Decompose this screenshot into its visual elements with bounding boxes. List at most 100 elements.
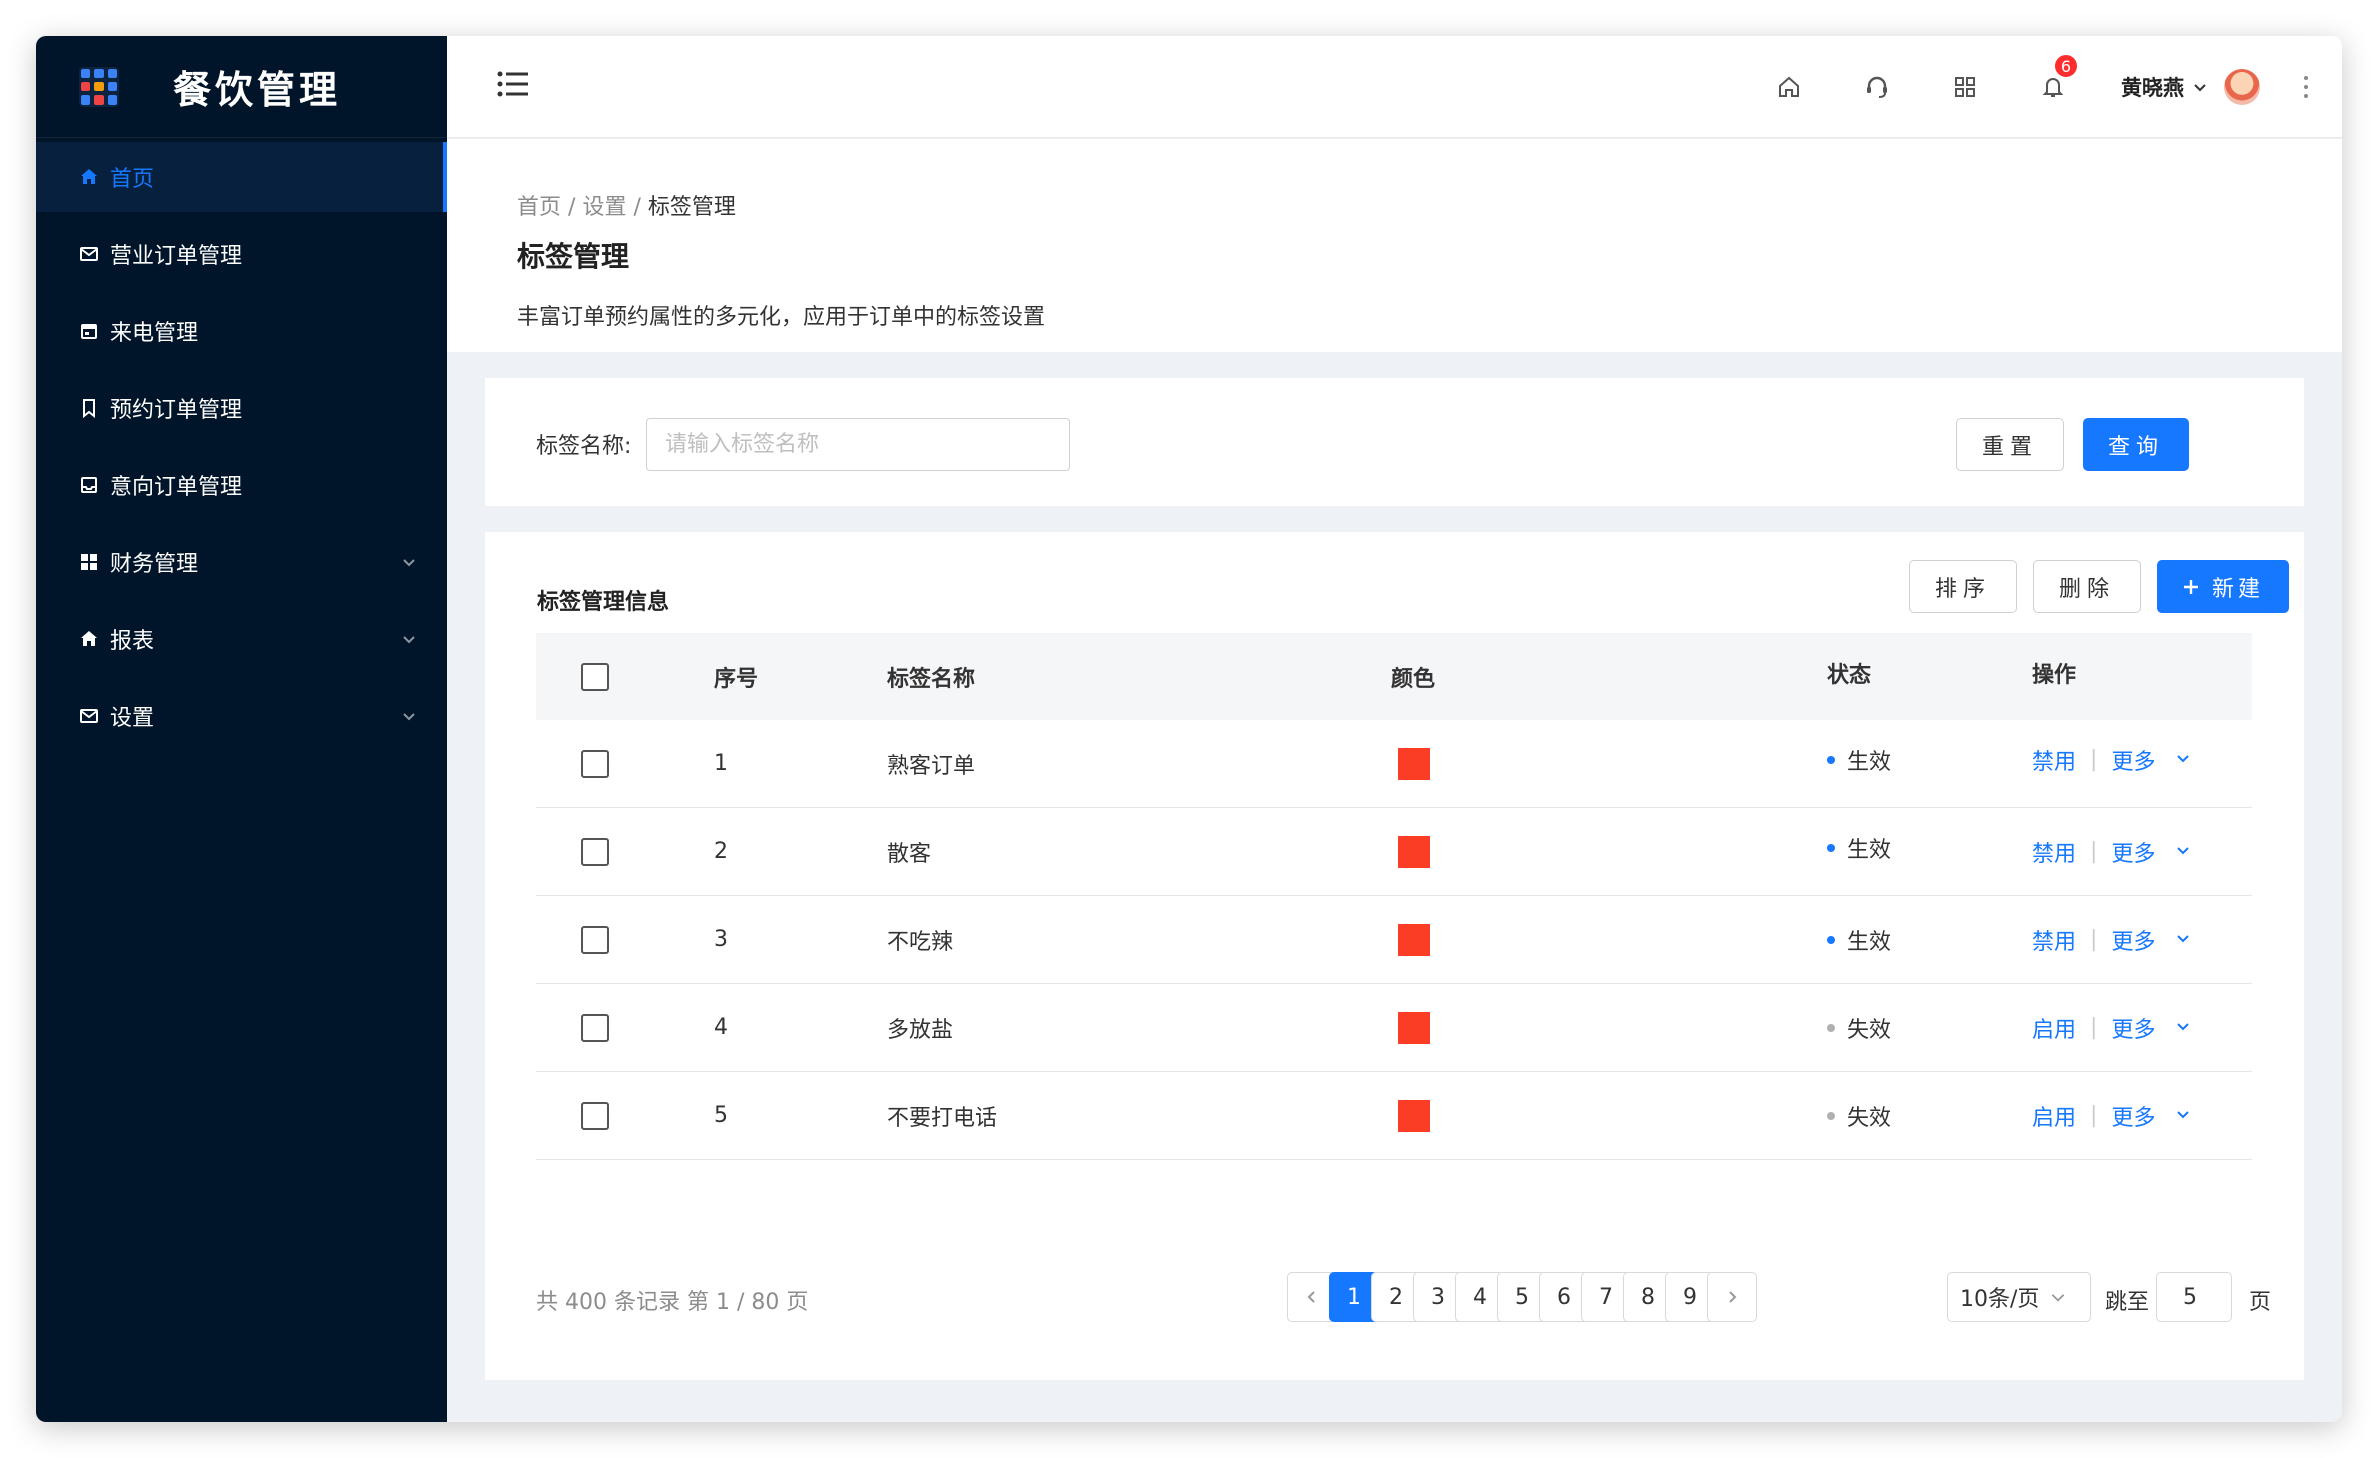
reset-button[interactable]: 重置 [1956, 418, 2064, 471]
menu-toggle-icon[interactable] [497, 70, 529, 102]
more-vertical-icon[interactable] [2296, 76, 2316, 98]
brand[interactable]: 餐饮管理 [36, 36, 447, 138]
more-actions-link[interactable]: 更多 [2111, 744, 2155, 776]
color-swatch [1398, 835, 1430, 868]
breadcrumb-settings[interactable]: 设置 [582, 195, 626, 220]
table-card-title: 标签管理信息 [537, 590, 670, 615]
status-badge: 失效 [1847, 1105, 1892, 1131]
table-row: 1 熟客订单 生效 禁用 | 更多 [536, 720, 2252, 808]
page-size-select[interactable]: 10条/页 [1947, 1272, 2091, 1322]
more-actions-link[interactable]: 更多 [2111, 1100, 2155, 1132]
table-row: 5 不要打电话 失效 启用 | 更多 [536, 1072, 2252, 1160]
dashboard-icon [78, 551, 100, 573]
breadcrumb-home[interactable]: 首页 [517, 195, 561, 220]
notification-bell-icon[interactable]: 6 [2033, 53, 2079, 107]
row-index: 2 [714, 839, 728, 864]
select-all-checkbox[interactable] [581, 662, 609, 691]
sidebar-item-home[interactable]: 首页 [36, 142, 447, 212]
action-divider: | [2090, 839, 2098, 864]
apps-grid-icon[interactable] [1945, 67, 1985, 107]
row-index: 1 [714, 751, 728, 776]
toggle-status-link[interactable]: 启用 [2032, 1012, 2076, 1044]
plus-icon [2182, 578, 2200, 596]
sort-button[interactable]: 排序 [1909, 560, 2017, 613]
row-checkbox[interactable] [581, 1013, 609, 1042]
action-divider: | [2090, 1103, 2098, 1128]
table-header: 序号 标签名称 颜色 状态 操作 [536, 633, 2252, 720]
next-page-button[interactable] [1707, 1272, 1757, 1322]
table-row: 3 不吃辣 生效 禁用 | 更多 [536, 896, 2252, 984]
avatar[interactable] [2224, 69, 2260, 105]
status-dot [1827, 935, 1835, 944]
row-checkbox[interactable] [581, 925, 609, 954]
sidebar-item-settings[interactable]: 设置 [36, 681, 447, 751]
calendar-icon [78, 320, 100, 342]
row-index: 5 [714, 1103, 728, 1128]
sidebar-item-reservations[interactable]: 预约订单管理 [36, 373, 447, 443]
more-actions-link[interactable]: 更多 [2111, 836, 2155, 868]
column-header-status: 状态 [1827, 662, 1872, 688]
pagination: 共 400 条记录 第 1 / 80 页 1 2 3 4 5 6 7 8 9 1… [536, 1272, 2271, 1322]
page-size-value: 10条/页 [1960, 1287, 2040, 1312]
page-header: 首页 / 设置 / 标签管理 标签管理 丰富订单预约属性的多元化，应用于订单中的… [447, 139, 2342, 352]
row-checkbox[interactable] [581, 749, 609, 778]
column-header-color: 颜色 [1391, 666, 1436, 692]
sidebar-item-business-orders[interactable]: 营业订单管理 [36, 219, 447, 289]
status-badge: 生效 [1847, 749, 1892, 775]
user-menu[interactable]: 黄晓燕 [2121, 69, 2260, 105]
color-swatch [1398, 1011, 1430, 1044]
toggle-status-link[interactable]: 启用 [2032, 1100, 2076, 1132]
chevron-down-icon[interactable] [2175, 927, 2191, 952]
row-index: 4 [714, 1015, 728, 1040]
headset-icon[interactable] [1857, 67, 1897, 107]
new-button-label: 新建 [2211, 576, 2264, 602]
status-badge: 失效 [1847, 1017, 1892, 1043]
toggle-status-link[interactable]: 禁用 [2032, 836, 2076, 868]
sidebar-menu: 首页 营业订单管理 来电管理 预约订单管理 意向订单管理 财务管理 报表 设置 [36, 138, 447, 751]
query-button[interactable]: 查询 [2083, 418, 2189, 471]
row-index: 3 [714, 927, 728, 952]
toggle-status-link[interactable]: 禁用 [2032, 744, 2076, 776]
sidebar-item-reports[interactable]: 报表 [36, 604, 447, 674]
action-divider: | [2090, 927, 2098, 952]
row-tag-name: 不要打电话 [887, 1105, 998, 1131]
chevron-down-icon[interactable] [2175, 1103, 2191, 1128]
sidebar-item-label: 预约订单管理 [110, 398, 243, 423]
chevron-down-icon[interactable] [2175, 839, 2191, 864]
tag-table: 序号 标签名称 颜色 状态 操作 1 熟客订单 生效 禁用 | 更多 2 散客 … [536, 633, 2252, 1160]
sidebar-item-intent-orders[interactable]: 意向订单管理 [36, 450, 447, 520]
breadcrumb-current: 标签管理 [647, 195, 736, 220]
chevron-down-icon[interactable] [2175, 1015, 2191, 1040]
tag-name-search-input[interactable] [646, 418, 1070, 471]
more-actions-link[interactable]: 更多 [2111, 1012, 2155, 1044]
sidebar: 餐饮管理 首页 营业订单管理 来电管理 预约订单管理 意向订单管理 财务管理 报… [36, 36, 447, 1422]
page-description: 丰富订单预约属性的多元化，应用于订单中的标签设置 [517, 305, 1046, 330]
color-swatch [1398, 1099, 1430, 1132]
jump-page-suffix: 页 [2249, 1290, 2272, 1315]
home-icon[interactable] [1769, 67, 1809, 107]
brand-logo-icon [79, 66, 119, 107]
search-label: 标签名称: [536, 434, 632, 459]
jump-page-input[interactable] [2156, 1272, 2232, 1322]
more-actions-link[interactable]: 更多 [2111, 924, 2155, 956]
table-card: 标签管理信息 排序 删除 新建 序号 标签名称 颜色 状态 操作 1 熟客订单 [485, 532, 2304, 1380]
brand-title: 餐饮管理 [173, 68, 342, 112]
row-tag-name: 多放盐 [887, 1017, 954, 1043]
new-button[interactable]: 新建 [2157, 560, 2289, 613]
row-checkbox[interactable] [581, 1101, 609, 1130]
row-tag-name: 散客 [887, 841, 932, 867]
toggle-status-link[interactable]: 禁用 [2032, 924, 2076, 956]
table-row: 2 散客 生效 禁用 | 更多 [536, 808, 2252, 896]
pagination-total: 共 400 条记录 第 1 / 80 页 [536, 1290, 809, 1315]
delete-button[interactable]: 删除 [2033, 560, 2141, 613]
status-badge: 生效 [1847, 837, 1892, 863]
column-header-index: 序号 [714, 666, 759, 692]
sidebar-item-calls[interactable]: 来电管理 [36, 296, 447, 366]
sidebar-item-finance[interactable]: 财务管理 [36, 527, 447, 597]
chevron-down-icon [2049, 1288, 2067, 1306]
status-badge: 生效 [1847, 929, 1892, 955]
app-window: 餐饮管理 首页 营业订单管理 来电管理 预约订单管理 意向订单管理 财务管理 报… [36, 36, 2342, 1422]
notification-badge: 6 [2053, 53, 2079, 79]
row-checkbox[interactable] [581, 837, 609, 866]
chevron-down-icon[interactable] [2175, 747, 2191, 772]
